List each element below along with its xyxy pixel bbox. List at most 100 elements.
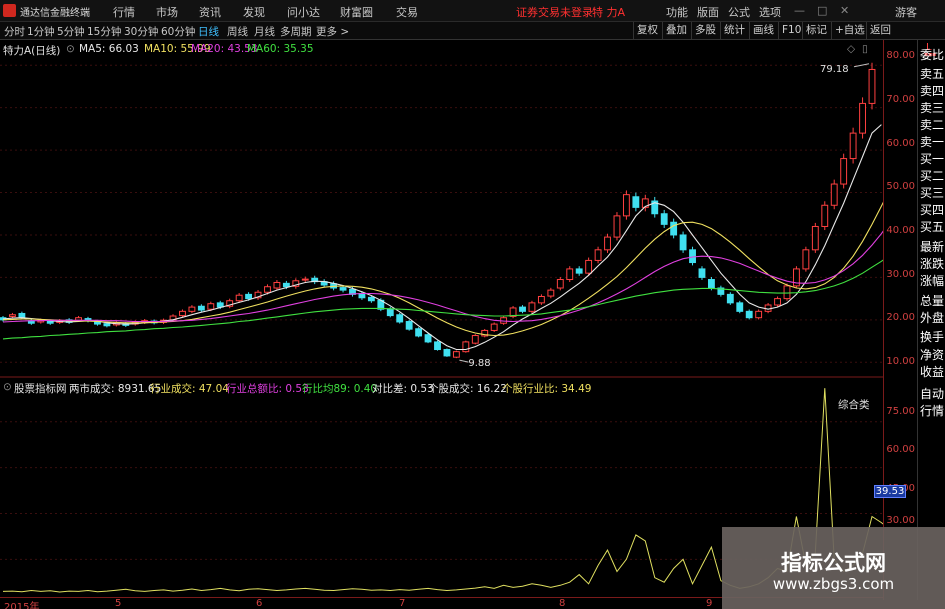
candle-up [594,249,602,261]
candle-down [405,321,413,330]
watermark-url: www.zbgs3.com [772,575,895,593]
statistics-button[interactable]: 统计 [720,22,748,40]
menu-layout[interactable]: 版面 [697,4,719,20]
sidebar-item-ask1[interactable]: 卖一 [920,133,944,150]
trade-login-status[interactable]: 证券交易未登录 [516,4,593,20]
menu-market[interactable]: 市场 [156,4,178,20]
sidebar-item-bid-ratio[interactable]: 委比 [920,46,944,63]
tab-30min[interactable]: 30分钟 [124,24,158,39]
axis-tick: 70.00 [886,94,915,105]
menu-news[interactable]: 资讯 [199,4,221,20]
candle-up [613,215,621,238]
sidebar-item-change-pct[interactable]: 涨幅 [920,272,944,289]
candle-down [396,314,404,323]
sidebar-item-quotes[interactable]: 行情 [920,402,944,419]
indicator-item-stock-industry-ratio: 个股行业比: 34.49 [502,383,592,395]
sidebar-item-volume[interactable]: 总量 [920,292,944,309]
axis-tick: 30.00 [886,269,915,280]
panel-menu-icon[interactable]: ▯ [862,43,868,55]
draw-line-button[interactable]: 画线 [749,22,777,40]
tab-daily[interactable]: 日线 [198,24,219,39]
sidebar-item-turnover[interactable]: 换手 [920,328,944,345]
indicator-item-industry-volume: 行业成交: 47.04 [150,383,229,395]
candle-down [698,268,706,278]
candle-down [339,287,347,291]
menu-market-quotes[interactable]: 行情 [113,4,135,20]
candle-up [452,351,460,358]
candle-down [726,293,734,304]
multi-stock-button[interactable]: 多股 [691,22,719,40]
sidebar-item-bid4[interactable]: 买四 [920,201,944,218]
candle-down [245,293,253,300]
tab-15min[interactable]: 15分钟 [87,24,121,39]
sidebar-item-bid1[interactable]: 买一 [920,150,944,167]
candle-down [670,221,678,236]
legend-toggle-icon[interactable]: ⊙ [66,43,75,55]
period-tab-bar: 分时 1分钟 5分钟 15分钟 30分钟 60分钟 日线 周线 月线 多周期 更… [0,22,945,40]
sidebar-item-ask3[interactable]: 卖三 [920,99,944,116]
minimize-icon[interactable]: — [794,4,805,17]
tab-weekly[interactable]: 周线 [227,24,248,39]
tab-5min[interactable]: 5分钟 [57,24,85,39]
candle-up [604,236,611,251]
candle-up [764,304,772,312]
back-button[interactable]: 返回 [866,22,894,40]
menu-options[interactable]: 选项 [759,4,781,20]
indicator-settings-icon[interactable]: ⊙ [3,381,12,393]
sidebar-item-ask5[interactable]: 卖五 [920,65,944,82]
close-icon[interactable]: ✕ [840,4,849,17]
sidebar-item-auto[interactable]: 自动 [920,385,944,402]
tab-intraday[interactable]: 分时 [4,24,25,39]
indicator-item-industry-avg: 行比均89: 0.40 [302,383,378,395]
top-menu-bar: 通达信金融终端 行情 市场 资讯 发现 问小达 财富圈 交易 证券交易未登录 特… [0,0,945,22]
kline-chart[interactable]: 79.18 9.88 [0,40,883,597]
tab-multi-period[interactable]: 多周期 [280,24,312,39]
candle-up [622,194,630,217]
mark-button[interactable]: 标记 [802,22,830,40]
f10-button[interactable]: F10 [778,22,804,40]
candle-up [585,259,593,274]
restore-rights-button[interactable]: 复权 [633,22,661,40]
tab-more[interactable]: 更多 > [316,24,349,39]
menu-trade[interactable]: 交易 [396,4,418,20]
menu-discover[interactable]: 发现 [243,4,265,20]
menu-wealth-circle[interactable]: 财富圈 [340,4,373,20]
app-logo-icon [3,4,16,17]
guest-user[interactable]: 游客 [895,4,917,20]
app-title: 通达信金融终端 [20,8,90,19]
candle-down [386,308,394,317]
overlay-button[interactable]: 叠加 [662,22,690,40]
sidebar-item-net-asset[interactable]: 净资 [920,346,944,363]
candle-up [547,289,555,297]
indicator-current-value: 39.53 [874,485,906,498]
sidebar-item-ask2[interactable]: 卖二 [920,116,944,133]
sidebar-item-bid3[interactable]: 买三 [920,184,944,201]
indicator-item-market-volume: 两市成交: 8931.65 [69,383,162,395]
candle-up [802,249,810,270]
axis-tick: 80.00 [886,50,915,61]
maximize-icon[interactable]: □ [817,4,827,17]
high-price-label: 79.18 [820,64,849,75]
sidebar-item-earnings[interactable]: 收益 [920,363,944,380]
menu-function[interactable]: 功能 [666,4,688,20]
date-tick: 2015年 [4,602,40,609]
sidebar-item-bid2[interactable]: 买二 [920,167,944,184]
menu-formula[interactable]: 公式 [728,4,750,20]
menu-ask-xiaoda[interactable]: 问小达 [287,4,320,20]
sidebar-item-outer[interactable]: 外盘 [920,309,944,326]
ma-legend: 特力A(日线) ⊙ MA5: 66.03 MA10: 55.99 MA20: 4… [0,41,880,57]
tab-1min[interactable]: 1分钟 [27,24,55,39]
candle-down [679,234,687,251]
axis-tick: 50.00 [886,181,915,192]
sidebar-item-ask4[interactable]: 卖四 [920,82,944,99]
date-tick: 9 [706,598,713,609]
tab-monthly[interactable]: 月线 [254,24,275,39]
diamond-icon[interactable]: ◇ [847,43,855,55]
watermark-title: 指标公式网 [781,551,886,575]
add-watchlist-button[interactable]: +自选 [831,22,868,40]
sidebar-item-change[interactable]: 涨跌 [920,255,944,272]
sidebar-item-bid5[interactable]: 买五 [920,218,944,235]
sidebar-item-last[interactable]: 最新 [920,238,944,255]
candle-up [783,285,791,300]
tab-60min[interactable]: 60分钟 [161,24,195,39]
